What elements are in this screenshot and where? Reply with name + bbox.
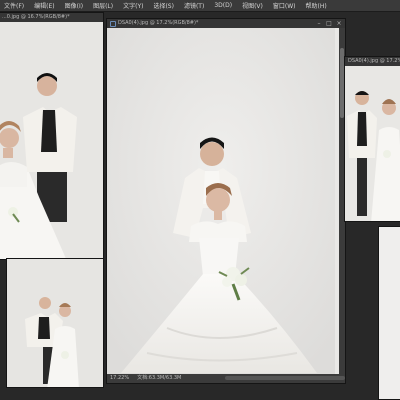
photo-canvas[interactable] xyxy=(345,66,400,221)
document-icon xyxy=(110,20,116,27)
status-bar: 17.22% 文档:63.3M/63.3M xyxy=(107,374,345,383)
document-window-main[interactable]: DSA0(4).jpg @ 17.2%(RGB/8#)* – □ × 17.22… xyxy=(106,18,346,384)
horizontal-scrollbar[interactable] xyxy=(225,376,345,380)
window-title: DSA0(4).jpg @ 17.2%(RGB/8#)* xyxy=(118,20,199,26)
menu-item[interactable]: 窗口(W) xyxy=(273,1,296,10)
document-window-right-top[interactable]: DSA0(4).jpg @ 17.2% ... xyxy=(344,56,400,222)
zoom-level[interactable]: 17.22% xyxy=(110,374,129,383)
photo-canvas[interactable] xyxy=(7,259,103,387)
window-titlebar[interactable]: DSA0(4).jpg @ 17.2%(RGB/8#)* – □ × xyxy=(107,19,345,28)
window-titlebar[interactable]: DSA0(4).jpg @ 17.2% ... xyxy=(345,57,400,66)
maximize-icon[interactable]: □ xyxy=(326,20,332,27)
window-titlebar[interactable]: ...0.jpg @ 16.7%(RGB/8#)* xyxy=(0,13,103,22)
menu-item[interactable]: 文字(Y) xyxy=(123,1,143,10)
document-window-left-top[interactable]: ...0.jpg @ 16.7%(RGB/8#)* xyxy=(0,12,104,260)
minimize-icon[interactable]: – xyxy=(316,20,322,27)
menu-item[interactable]: 3D(D) xyxy=(214,2,232,9)
menu-item[interactable]: 图层(L) xyxy=(93,1,113,10)
workspace: ...0.jpg @ 16.7%(RGB/8#)* DSA0(4).jpg @ … xyxy=(0,12,400,400)
menu-item[interactable]: 视图(V) xyxy=(242,1,263,10)
document-window-left-bottom[interactable] xyxy=(6,258,104,388)
menu-item[interactable]: 滤镜(T) xyxy=(184,1,204,10)
window-title: DSA0(4).jpg @ 17.2% ... xyxy=(348,58,400,64)
menu-item[interactable]: 选择(S) xyxy=(153,1,174,10)
wedding-photo-couple xyxy=(0,22,103,259)
photo-canvas[interactable] xyxy=(379,227,400,399)
document-window-right-bottom[interactable] xyxy=(378,226,400,400)
menu-bar: 文件(F) 编辑(E) 图像(I) 图层(L) 文字(Y) 选择(S) 滤镜(T) 3D(D)… xyxy=(0,0,400,12)
document-size: 文档:63.3M/63.3M xyxy=(137,375,182,381)
photo-canvas[interactable] xyxy=(0,22,103,259)
menu-item[interactable]: 图像(I) xyxy=(65,1,83,10)
menu-item[interactable]: 编辑(E) xyxy=(34,1,54,10)
wedding-photo-main xyxy=(107,28,335,376)
wedding-photo-small xyxy=(7,259,103,387)
close-icon[interactable]: × xyxy=(336,20,342,27)
window-title: ...0.jpg @ 16.7%(RGB/8#)* xyxy=(2,14,70,20)
wedding-photo-right xyxy=(345,66,400,221)
menu-item[interactable]: 帮助(H) xyxy=(306,1,327,10)
photo-canvas[interactable] xyxy=(107,28,339,376)
menu-item[interactable]: 文件(F) xyxy=(4,1,24,10)
